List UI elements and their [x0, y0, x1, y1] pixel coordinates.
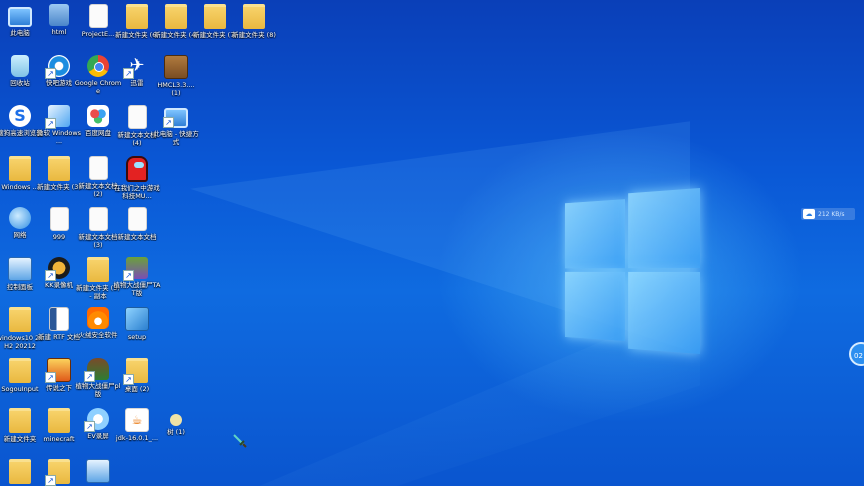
folder-icon — [48, 156, 70, 181]
small-app-icon — [170, 414, 182, 426]
control-panel-icon — [8, 257, 32, 281]
desktop-icon-text-doc[interactable]: 新建文本文档 — [113, 207, 161, 257]
transfer-speed-text: 212 KB/s — [818, 210, 845, 218]
text-document-icon — [88, 207, 108, 231]
desktop-icon-setup[interactable]: setup — [113, 307, 161, 357]
huorong-icon — [87, 307, 109, 329]
rtf-document-icon — [49, 307, 69, 331]
folder-icon — [204, 4, 226, 29]
icon-label: HMCL3.3.... (1) — [157, 81, 195, 97]
desktop-icon-hmcl[interactable]: HMCL3.3.... (1) — [152, 55, 200, 105]
floating-ball-text: 02 — [854, 352, 863, 360]
sword-cursor-icon — [233, 434, 247, 448]
logo-pane-top-left — [564, 199, 625, 269]
computer-icon — [8, 7, 32, 27]
sogou-browser-icon: S — [9, 105, 31, 127]
logo-pane-bottom-right — [628, 271, 700, 354]
text-document-icon — [49, 207, 69, 231]
baidu-netdisk-icon — [87, 105, 109, 127]
desktop-icon-tree-1[interactable]: 树 (1) — [152, 408, 200, 458]
folder-icon — [45, 459, 70, 486]
recycle-bin-icon — [11, 55, 29, 77]
folder-icon — [165, 4, 187, 29]
folder-icon — [9, 307, 31, 332]
setup-icon — [125, 307, 149, 331]
text-document-icon — [127, 105, 147, 129]
xunlei-icon: ✈ — [123, 55, 148, 79]
desktop[interactable]: 此电脑 html ProjectE... 新建文件夹 (6) 新建文件夹 (4)… — [0, 0, 864, 486]
among-us-icon — [126, 156, 148, 182]
icon-label: 此电脑 - 快捷方式 — [153, 130, 199, 146]
minecraft-launcher-icon — [164, 55, 188, 79]
icon-label: 树 (1) — [167, 428, 185, 436]
icon-label: 新建文本文档 — [117, 233, 157, 241]
folder-icon — [9, 358, 31, 383]
computer-shortcut-icon — [163, 108, 188, 128]
pvz-icon — [123, 257, 148, 281]
folder-icon — [9, 156, 31, 181]
folder-icon — [87, 257, 109, 282]
chrome-icon — [87, 55, 109, 77]
ev-recorder-icon — [84, 408, 109, 432]
java-icon: ☕ — [125, 408, 149, 432]
icon-label: 在我们之中游戏科技MU... — [114, 184, 160, 200]
folder-icon — [9, 408, 31, 433]
desktop-icon-among-us[interactable]: 在我们之中游戏科技MU... — [113, 156, 161, 206]
pvz-zombie-icon — [84, 358, 109, 382]
cloud-icon: ☁ — [803, 209, 815, 219]
desktop-icon-control-bottom[interactable] — [74, 459, 122, 486]
icon-label: 新建文件夹 (8) — [232, 31, 276, 39]
undertale-icon — [45, 358, 71, 383]
text-document-icon — [127, 207, 147, 231]
document-icon — [88, 4, 108, 28]
icon-label: 植物大战僵尸TAT版 — [113, 281, 161, 297]
desktop-icon-this-pc-shortcut[interactable]: 此电脑 - 快捷方式 — [152, 105, 200, 155]
windows-logo-wallpaper — [564, 188, 700, 354]
network-icon — [9, 207, 31, 229]
icon-label: setup — [127, 333, 147, 341]
floating-assistant-ball[interactable]: 02 — [849, 342, 864, 366]
logo-pane-bottom-left — [564, 271, 625, 341]
desktop-icon-folder-8[interactable]: 新建文件夹 (8) — [230, 4, 278, 54]
kuaiba-game-icon — [45, 55, 70, 79]
kk-recorder-icon — [45, 257, 70, 281]
folder-icon — [243, 4, 265, 29]
folder-icon — [9, 459, 31, 484]
windows-installer-icon — [45, 105, 70, 129]
html-folder-icon — [49, 4, 69, 26]
desktop-icon-desktop-2[interactable]: 桌面 (2) — [113, 358, 161, 408]
text-document-icon — [88, 156, 108, 180]
control-panel-icon — [86, 459, 110, 483]
logo-pane-top-right — [628, 188, 700, 269]
folder-icon — [126, 4, 148, 29]
icon-label: 桌面 (2) — [124, 385, 150, 393]
desktop-icon-pvz-tat[interactable]: 植物大战僵尸TAT版 — [113, 257, 161, 307]
folder-icon — [123, 358, 148, 385]
netdisk-speed-widget[interactable]: ☁ 212 KB/s — [801, 208, 855, 220]
folder-icon — [48, 408, 70, 433]
